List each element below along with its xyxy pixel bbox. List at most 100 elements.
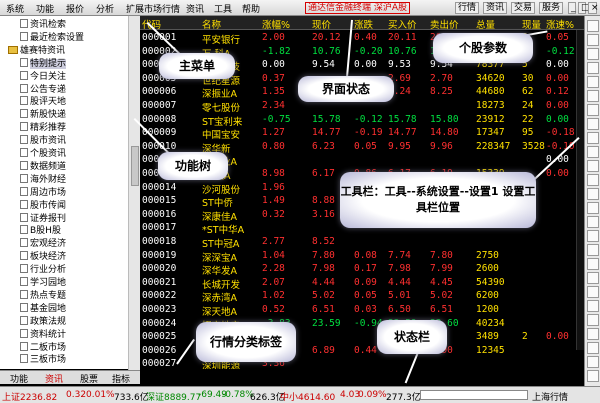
sidebar-item[interactable]: 股评天地 xyxy=(20,96,66,108)
table-cell: 0.00 xyxy=(354,59,377,71)
header-change-pct[interactable]: 涨幅% xyxy=(262,17,290,31)
toolbar-button-icon[interactable] xyxy=(587,20,599,32)
toolbar-button-icon[interactable] xyxy=(587,34,599,46)
toolbar-button-icon[interactable] xyxy=(587,216,599,228)
sidebar-tab-stocks[interactable]: 股票 xyxy=(80,372,98,385)
table-cell: 2 xyxy=(522,331,528,343)
toolbar-button-icon[interactable] xyxy=(587,286,599,298)
sidebar-item[interactable]: 今日关注 xyxy=(20,70,66,83)
table-row[interactable]: 000021 长城开发 2.07 4.44 0.09 4.44 4.45 54390 xyxy=(140,276,584,291)
sidebar-item[interactable]: 公告专递 xyxy=(20,83,66,96)
toolbar-button-icon[interactable] xyxy=(587,356,599,368)
toolbar-button-icon[interactable] xyxy=(587,244,599,256)
maximize-icon[interactable]: □ xyxy=(578,2,590,14)
toolbar-button-icon[interactable] xyxy=(587,258,599,270)
sidebar-item[interactable]: 证券报刊 xyxy=(20,212,66,225)
sidebar-item[interactable]: 学习园地 xyxy=(20,277,66,289)
table-row[interactable]: 000018 ST中冠A 2.77 8.52 xyxy=(140,235,584,250)
menu-help[interactable]: 帮助 xyxy=(242,2,260,15)
sidebar-item[interactable]: 热点专题 xyxy=(20,289,66,302)
sidebar-item[interactable]: 股市资讯 xyxy=(20,135,66,147)
toolbar-button-icon[interactable] xyxy=(587,90,599,102)
menu-system[interactable]: 系统 xyxy=(6,2,24,15)
table-row[interactable]: 000019 深深宝A 1.04 7.80 0.08 7.74 7.80 2750 xyxy=(140,249,584,264)
menu-analysis[interactable]: 分析 xyxy=(96,2,114,15)
table-row[interactable]: 000022 深赤湾A 1.02 5.02 0.05 5.01 5.02 6200 xyxy=(140,289,584,304)
table-scrollbar[interactable] xyxy=(576,30,584,350)
sidebar-item[interactable]: 板块经济 xyxy=(20,251,66,263)
menu-extended-market[interactable]: 扩展市场行情 xyxy=(126,2,180,15)
service-button[interactable]: 服务 xyxy=(539,2,564,14)
menu-function[interactable]: 功能 xyxy=(36,2,54,15)
sidebar-item[interactable]: B股H股 xyxy=(20,225,61,237)
sidebar-item[interactable]: 最近检索设置 xyxy=(20,31,84,44)
toolbar-button-icon[interactable] xyxy=(587,328,599,340)
table-cell: 2750 xyxy=(476,249,499,261)
toolbar-button-icon[interactable] xyxy=(587,188,599,200)
table-cell: 20.12 xyxy=(312,32,341,43)
sidebar-item[interactable]: 雄赛特资讯 xyxy=(8,45,65,57)
menu-quote[interactable]: 报价 xyxy=(66,2,84,15)
sidebar-item[interactable]: 行业分析 xyxy=(20,264,66,276)
header-ask[interactable]: 卖出价 xyxy=(430,17,459,31)
sidebar-item[interactable]: 海外财经 xyxy=(20,173,67,186)
sidebar-scrollbar[interactable] xyxy=(128,16,140,370)
sidebar-item[interactable]: 政策法规 xyxy=(20,315,66,328)
table-row[interactable]: 000023 深天地A 0.52 6.51 0.03 6.50 6.51 1200 xyxy=(140,303,584,318)
toolbar-button-icon[interactable] xyxy=(587,118,599,130)
sidebar-item[interactable]: 资料统计 xyxy=(20,328,66,341)
toolbar-button-icon[interactable] xyxy=(587,272,599,284)
header-price[interactable]: 现价 xyxy=(312,17,331,31)
sidebar-item[interactable]: 宏观经济 xyxy=(20,238,66,250)
news-mode-button[interactable]: 资讯 xyxy=(483,2,508,14)
toolbar-button-icon[interactable] xyxy=(587,342,599,354)
sidebar-item[interactable]: 基金园地 xyxy=(20,302,66,315)
sidebar-tab-news[interactable]: 资讯 xyxy=(45,372,63,385)
table-row[interactable]: 000009 中国宝安 1.27 14.77 -0.19 14.77 14.80 17347 9… xyxy=(140,126,584,141)
sidebar-item[interactable]: 特别提示 xyxy=(20,57,67,70)
toolbar-button-icon[interactable] xyxy=(587,202,599,214)
toolbar-button-icon[interactable] xyxy=(587,104,599,116)
table-row[interactable]: 000008 ST宝利来 -0.75 15.78 -0.12 15.78 15.80 2391… xyxy=(140,113,584,128)
toolbar-button-icon[interactable] xyxy=(587,300,599,312)
trade-button[interactable]: 交易 xyxy=(511,2,536,14)
sidebar-item[interactable]: 资讯检索 xyxy=(20,19,66,31)
sidebar-item[interactable]: 数据频道 xyxy=(20,160,66,173)
sidebar-item[interactable]: 股市传闻 xyxy=(20,199,66,212)
toolbar-button-icon[interactable] xyxy=(587,160,599,172)
table-row[interactable]: 000020 深华发A 2.28 7.98 0.17 7.98 7.99 2600 xyxy=(140,262,584,277)
toolbar-button-icon[interactable] xyxy=(587,314,599,326)
header-last-vol[interactable]: 现量 xyxy=(522,17,541,31)
sidebar-tab-function[interactable]: 功能 xyxy=(10,372,28,385)
table-cell: 34620 xyxy=(476,72,505,84)
header-name[interactable]: 名称 xyxy=(202,17,221,31)
sidebar-scroll-thumb[interactable] xyxy=(131,146,139,186)
minimize-icon[interactable]: _ xyxy=(568,2,576,14)
menu-news[interactable]: 资讯 xyxy=(186,2,204,15)
menu-tools[interactable]: 工具 xyxy=(214,2,232,15)
header-speed[interactable]: 涨速% xyxy=(546,17,574,31)
toolbar-button-icon[interactable] xyxy=(587,230,599,242)
sidebar-item[interactable]: 二板市场 xyxy=(20,341,66,354)
sidebar-tab-indicators[interactable]: 指标 xyxy=(112,372,130,385)
header-bid[interactable]: 买入价 xyxy=(388,17,417,31)
sidebar-item[interactable]: 三板市场 xyxy=(20,354,66,366)
header-change[interactable]: 涨跌 xyxy=(354,17,373,31)
toolbar-button-icon[interactable] xyxy=(587,62,599,74)
table-cell: 0.12 xyxy=(546,86,569,98)
toolbar-button-icon[interactable] xyxy=(587,146,599,158)
status-sz-index: 深证8889.77 xyxy=(146,393,202,403)
sidebar-item[interactable]: 精彩推荐 xyxy=(20,122,66,134)
toolbar-button-icon[interactable] xyxy=(587,370,599,382)
sidebar-item[interactable]: 个股资讯 xyxy=(20,148,66,160)
sidebar-item[interactable]: 周边市场 xyxy=(20,186,66,199)
header-volume[interactable]: 总量 xyxy=(476,17,495,31)
quote-mode-button[interactable]: 行情 xyxy=(455,2,480,14)
close-icon[interactable]: × xyxy=(588,2,599,14)
sidebar-item[interactable]: 新股快递 xyxy=(20,109,66,121)
toolbar-button-icon[interactable] xyxy=(587,76,599,88)
toolbar-button-icon[interactable] xyxy=(587,48,599,60)
toolbar-button-icon[interactable] xyxy=(587,132,599,144)
toolbar-button-icon[interactable] xyxy=(587,174,599,186)
sidebar-item-label: 海外财经 xyxy=(30,174,67,185)
